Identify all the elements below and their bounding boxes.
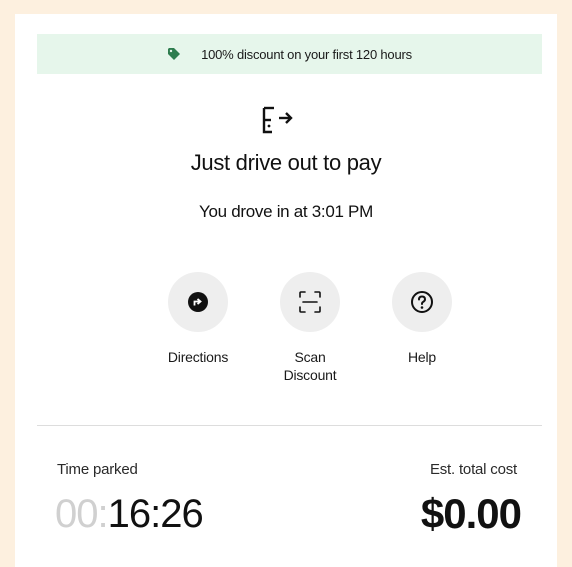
directions-label: Directions (167, 349, 229, 365)
section-divider (37, 425, 542, 426)
directions-icon-circle[interactable] (168, 272, 228, 332)
est-total-cost-value: $0.00 (420, 490, 522, 537)
help-label: Help (408, 349, 436, 365)
time-parked-hours: 00: (55, 492, 109, 536)
scan-icon-circle[interactable] (280, 272, 340, 332)
time-parked-label: Time parked (57, 461, 138, 478)
discount-banner: 100% discount on your first 120 hours (37, 34, 542, 74)
scan-discount-label: Scan Discount (283, 349, 337, 383)
scan-discount-button[interactable]: Scan Discount (250, 272, 370, 384)
directions-icon (188, 292, 208, 312)
directions-button[interactable]: Directions (138, 272, 258, 366)
entry-time-text: You drove in at 3:01 PM (199, 202, 373, 221)
help-button[interactable]: Help (362, 272, 482, 366)
help-icon (411, 291, 433, 313)
help-icon-circle[interactable] (392, 272, 452, 332)
tag-icon (167, 47, 181, 61)
est-total-cost-label: Est. total cost (429, 461, 517, 478)
time-parked-minutes-seconds: 16:26 (107, 492, 204, 536)
scan-icon (299, 291, 321, 313)
status-headline: Just drive out to pay (190, 150, 382, 175)
drive-out-icon (261, 105, 305, 135)
discount-banner-text: 100% discount on your first 120 hours (201, 46, 412, 62)
parking-session-card: 100% discount on your first 120 hours Ju… (15, 14, 557, 567)
time-parked-value: 00:16:26 (55, 492, 204, 537)
